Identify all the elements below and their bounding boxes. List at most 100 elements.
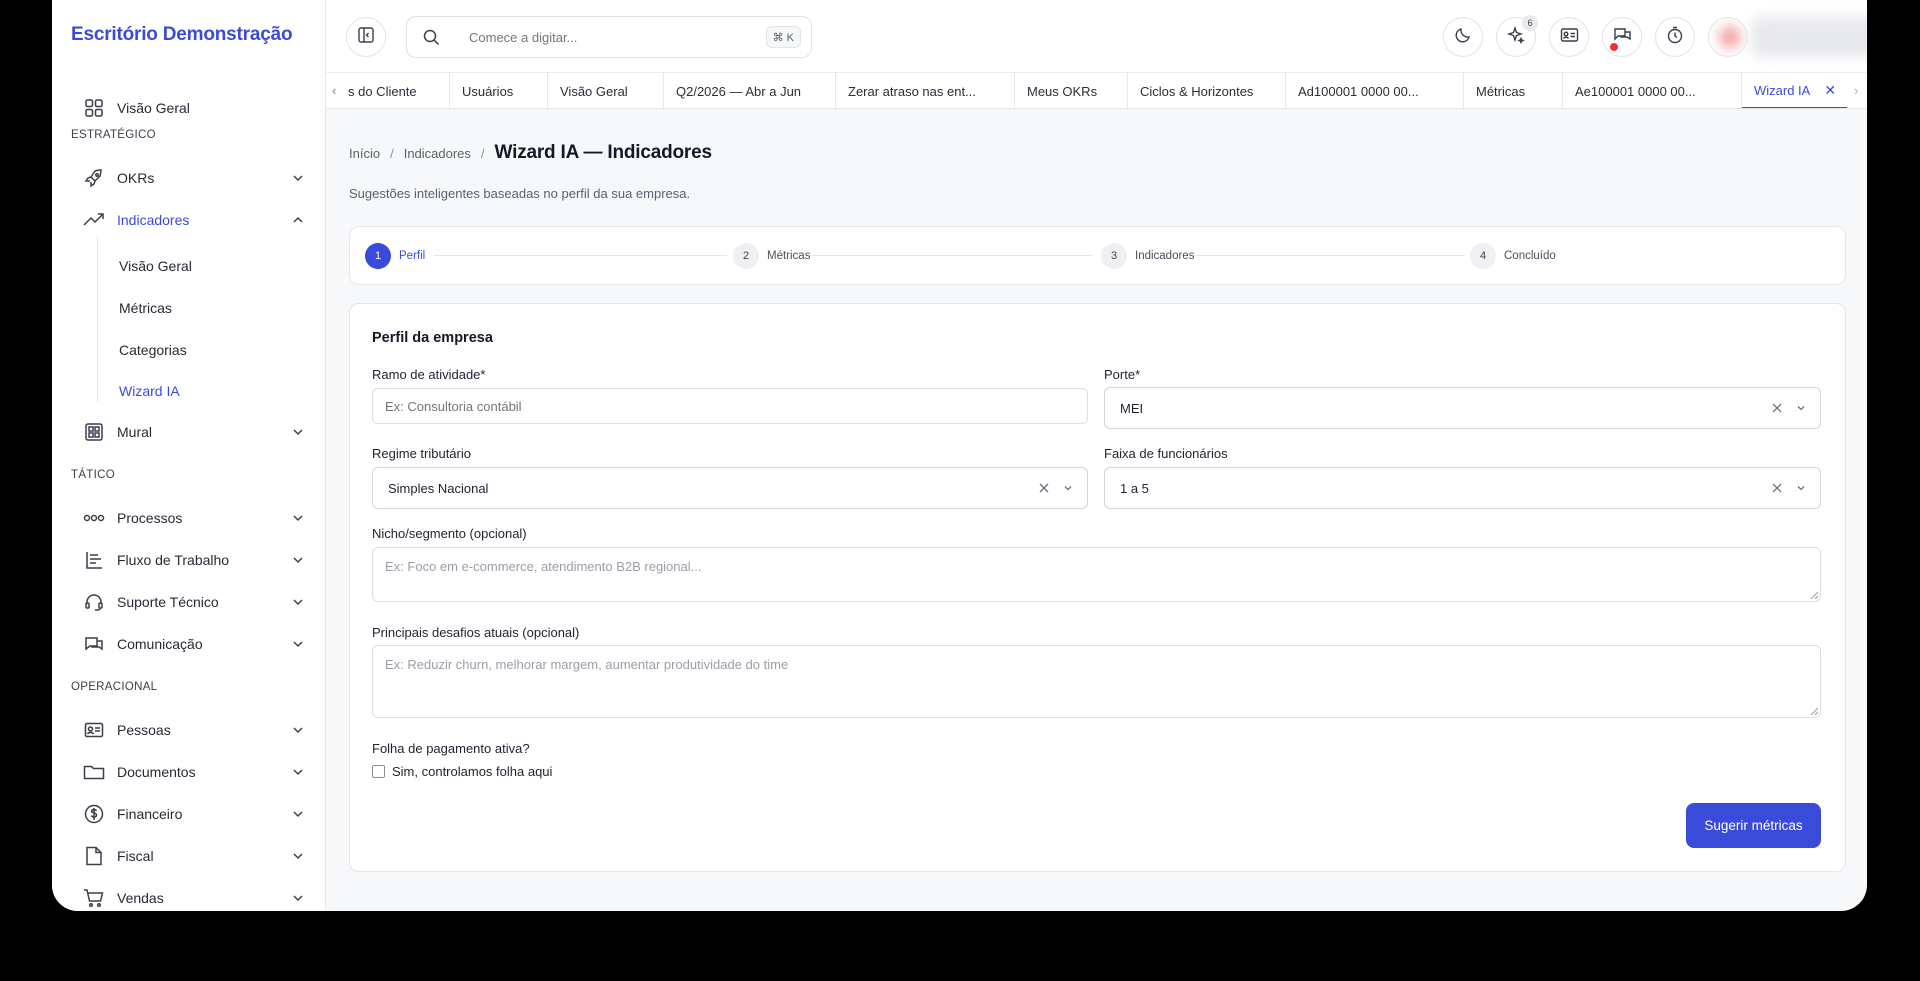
- sidebar-item-overview[interactable]: Visão Geral: [71, 90, 307, 126]
- submenu-divider: [97, 237, 98, 402]
- notification-dot: [1608, 41, 1620, 53]
- sidebar-item-indicadores[interactable]: Indicadores: [71, 202, 307, 238]
- user-profile-blurred[interactable]: [1751, 17, 1867, 57]
- id-card-icon: [83, 719, 105, 741]
- sparkles-icon: [1506, 25, 1525, 49]
- tab-ae100001[interactable]: Ae100001 0000 00...: [1563, 73, 1742, 108]
- page-title: Wizard IA — Indicadores: [494, 142, 712, 163]
- regime-label: Regime tributário: [372, 446, 471, 461]
- nicho-placeholder: Ex: Foco em e-commerce, atendimento B2B …: [385, 559, 702, 574]
- tab-clientes[interactable]: s do Cliente: [336, 73, 450, 108]
- chevron-down-icon[interactable]: [1061, 481, 1075, 495]
- step-perfil[interactable]: 1 Perfil: [365, 243, 425, 269]
- step-number: 4: [1470, 243, 1496, 269]
- section-label-tactical: TÁTICO: [71, 469, 115, 481]
- timer-button[interactable]: [1655, 17, 1695, 57]
- search-bar[interactable]: ⌘ K: [406, 16, 812, 58]
- tab-ciclos-horizontes[interactable]: Ciclos & Horizontes: [1128, 73, 1286, 108]
- step-concluido[interactable]: 4 Concluído: [1470, 243, 1556, 269]
- tab-meus-okrs[interactable]: Meus OKRs: [1015, 73, 1128, 108]
- clear-icon[interactable]: [1037, 481, 1051, 495]
- step-connector: [806, 255, 1092, 256]
- sidebar-item-label: Fiscal: [117, 848, 154, 864]
- tab-visao-geral[interactable]: Visão Geral: [548, 73, 664, 108]
- breadcrumb-home[interactable]: Início: [349, 146, 380, 161]
- step-number: 1: [365, 243, 391, 269]
- chevron-down-icon: [289, 551, 307, 569]
- breadcrumb-indicadores[interactable]: Indicadores: [404, 146, 471, 161]
- sidebar-item-documentos[interactable]: Documentos: [71, 754, 307, 790]
- sidebar-item-label: OKRs: [117, 170, 155, 186]
- step-label: Métricas: [767, 250, 811, 262]
- chevron-down-icon[interactable]: [1794, 401, 1808, 415]
- contacts-button[interactable]: [1549, 17, 1589, 57]
- sidebar: Escritório Demonstração Visão Geral ESTR…: [52, 0, 326, 911]
- chevron-down-icon: [289, 423, 307, 441]
- breadcrumb-separator: /: [480, 145, 485, 161]
- sidebar-item-comunicacao[interactable]: Comunicação: [71, 626, 307, 662]
- faixa-label: Faixa de funcionários: [1104, 446, 1228, 461]
- brand-title[interactable]: Escritório Demonstração: [71, 24, 293, 46]
- sidebar-item-financeiro[interactable]: Financeiro: [71, 796, 307, 832]
- tab-q2-2026[interactable]: Q2/2026 — Abr a Jun: [664, 73, 836, 108]
- suggest-metrics-button[interactable]: Sugerir métricas: [1686, 803, 1821, 848]
- sidebar-item-fluxo[interactable]: Fluxo de Trabalho: [71, 542, 307, 578]
- tab-usuarios[interactable]: Usuários: [450, 73, 548, 108]
- clear-icon[interactable]: [1770, 481, 1784, 495]
- chevron-down-icon[interactable]: [1794, 481, 1808, 495]
- ai-assistant-button[interactable]: 6: [1496, 15, 1538, 57]
- sidebar-item-okrs[interactable]: OKRs: [71, 160, 307, 196]
- nicho-label: Nicho/segmento (opcional): [372, 526, 527, 541]
- nicho-textarea[interactable]: Ex: Foco em e-commerce, atendimento B2B …: [372, 547, 1821, 602]
- close-tab-icon[interactable]: ✕: [1824, 82, 1836, 99]
- step-indicadores[interactable]: 3 Indicadores: [1101, 243, 1194, 269]
- page-subtitle: Sugestões inteligentes baseadas no perfi…: [349, 186, 691, 201]
- sidebar-item-suporte[interactable]: Suporte Técnico: [71, 584, 307, 620]
- folha-label: Folha de pagamento ativa?: [372, 741, 530, 756]
- step-metricas[interactable]: 2 Métricas: [733, 243, 810, 269]
- sidebar-item-label: Fluxo de Trabalho: [117, 552, 230, 568]
- resize-handle-icon[interactable]: [1810, 707, 1818, 715]
- tab-ad100001[interactable]: Ad100001 0000 00...: [1286, 73, 1464, 108]
- folha-checkbox-label[interactable]: Sim, controlamos folha aqui: [392, 764, 552, 779]
- tab-metricas[interactable]: Métricas: [1464, 73, 1563, 108]
- board-icon: [83, 421, 105, 443]
- tab-wizard-ia[interactable]: Wizard IA ✕: [1742, 73, 1847, 108]
- workflow-icon: [83, 549, 105, 571]
- porte-select[interactable]: MEI: [1104, 387, 1821, 429]
- regime-select[interactable]: Simples Nacional: [372, 467, 1088, 509]
- sidebar-item-fiscal[interactable]: Fiscal: [71, 838, 307, 874]
- sidebar-subitem-metricas[interactable]: Métricas: [119, 300, 172, 316]
- resize-handle-icon[interactable]: [1810, 591, 1818, 599]
- clear-icon[interactable]: [1770, 401, 1784, 415]
- main-content: ⌘ K 6: [326, 0, 1867, 911]
- messages-button[interactable]: [1602, 17, 1642, 57]
- sidebar-subitem-overview[interactable]: Visão Geral: [119, 258, 192, 274]
- faixa-select[interactable]: 1 a 5: [1104, 467, 1821, 509]
- search-shortcut: ⌘ K: [765, 26, 801, 48]
- user-status-button[interactable]: [1708, 17, 1748, 57]
- step-number: 2: [733, 243, 759, 269]
- step-label: Indicadores: [1135, 250, 1195, 262]
- form-title: Perfil da empresa: [372, 330, 493, 346]
- theme-toggle-button[interactable]: [1443, 17, 1483, 57]
- ramo-input[interactable]: [372, 388, 1088, 424]
- ai-count-badge: 6: [1522, 15, 1538, 31]
- sidebar-item-mural[interactable]: Mural: [71, 414, 307, 450]
- sidebar-subitem-wizard-ia[interactable]: Wizard IA: [119, 383, 180, 399]
- desafios-textarea[interactable]: Ex: Reduzir churn, melhorar margem, aume…: [372, 645, 1821, 718]
- folha-checkbox[interactable]: [372, 765, 385, 778]
- tabs-scroll-right-icon[interactable]: ›: [1854, 83, 1858, 98]
- sidebar-toggle-icon: [357, 26, 375, 49]
- collapse-sidebar-button[interactable]: [346, 17, 386, 57]
- sidebar-item-label: Mural: [117, 424, 153, 440]
- moon-icon: [1454, 26, 1472, 49]
- tab-zerar-atraso[interactable]: Zerar atraso nas ent...: [836, 73, 1015, 108]
- breadcrumb-separator: /: [390, 145, 394, 161]
- sidebar-item-pessoas[interactable]: Pessoas: [71, 712, 307, 748]
- sidebar-item-vendas[interactable]: Vendas: [71, 880, 307, 911]
- step-label: Perfil: [399, 250, 426, 262]
- search-input[interactable]: [469, 29, 749, 45]
- sidebar-subitem-categorias[interactable]: Categorias: [119, 342, 187, 358]
- sidebar-item-processos[interactable]: Processos: [71, 500, 307, 536]
